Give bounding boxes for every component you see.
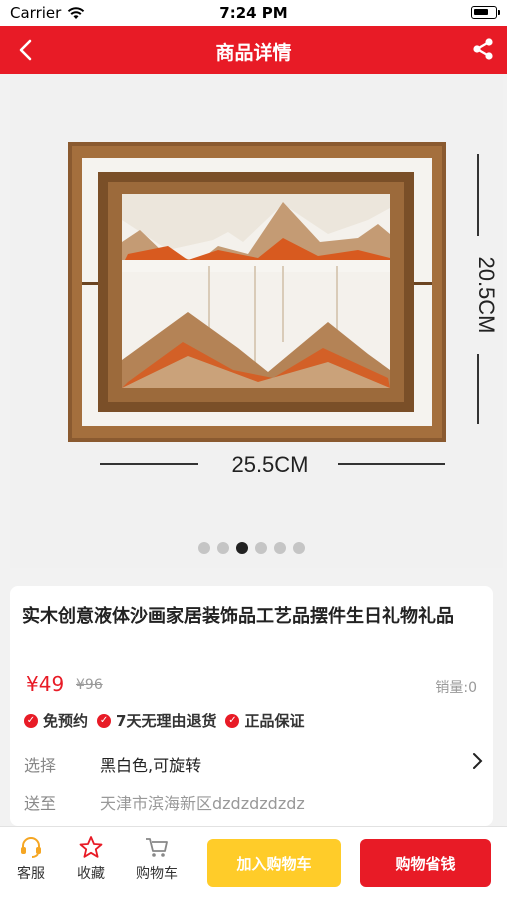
ship-to-label: 送至 <box>24 794 57 813</box>
badge-label: 免预约 <box>43 712 89 730</box>
check-circle-icon: ✓ <box>97 713 112 728</box>
chevron-right-icon[interactable] <box>470 752 484 770</box>
share-icon[interactable] <box>471 37 495 61</box>
pagination-dot[interactable] <box>293 542 305 554</box>
pagination-dot[interactable] <box>255 542 267 554</box>
add-to-cart-button[interactable]: 加入购物车 <box>207 839 341 887</box>
sales-count: 销量:0 <box>435 680 477 696</box>
cart-tab[interactable]: 购物车 <box>128 835 186 883</box>
buy-button[interactable]: 购物省钱 <box>360 839 491 887</box>
badge-label: 正品保证 <box>244 712 305 730</box>
spec-select-value: 黑白色,可旋转 <box>100 756 202 775</box>
height-label: 20.5CM <box>474 256 499 334</box>
favorite-tab[interactable]: 收藏 <box>62 835 120 883</box>
customer-service-label: 客服 <box>17 866 45 882</box>
customer-service-tab[interactable]: 客服 <box>2 835 60 883</box>
spec-select-label: 选择 <box>24 756 57 775</box>
current-price: ¥49 <box>26 672 65 696</box>
cart-label: 购物车 <box>136 866 178 882</box>
badge-label: 7天无理由退货 <box>116 712 217 730</box>
shopping-cart-icon <box>146 838 168 857</box>
product-info-card: 实木创意液体沙画家居装饰品工艺品摆件生日礼物礼品 ¥49 ¥96 销量:0 ✓ … <box>10 586 493 826</box>
spec-select-row[interactable]: 选择 黑白色,可旋转 <box>24 752 484 775</box>
width-label: 25.5CM <box>231 452 309 477</box>
product-image <box>68 142 446 442</box>
star-icon <box>79 836 103 858</box>
product-title: 实木创意液体沙画家居装饰品工艺品摆件生日礼物礼品 <box>22 606 454 627</box>
badge-7-day-return: ✓ 7天无理由退货 <box>97 710 216 731</box>
pagination-dot[interactable] <box>274 542 286 554</box>
pagination-dot[interactable] <box>217 542 229 554</box>
navbar: 商品详情 <box>0 26 507 74</box>
check-circle-icon: ✓ <box>24 713 38 728</box>
headset-icon <box>21 837 41 858</box>
battery-icon <box>471 6 500 19</box>
ship-to-value: 天津市滨海新区dzdzdzdzdz <box>100 794 305 813</box>
original-price: ¥96 <box>76 677 103 693</box>
status-bar: Carrier 7:24 PM <box>0 0 507 26</box>
ship-to-row[interactable]: 送至 天津市滨海新区dzdzdzdzdz <box>24 790 484 813</box>
service-badges: ✓ 免预约 ✓ 7天无理由退货 ✓ 正品保证 <box>24 710 304 731</box>
badge-genuine: ✓ 正品保证 <box>225 710 304 731</box>
favorite-label: 收藏 <box>77 866 105 882</box>
clock: 7:24 PM <box>219 4 288 22</box>
check-circle-icon: ✓ <box>225 713 240 728</box>
pagination-dot[interactable] <box>198 542 210 554</box>
bottom-action-bar: 客服 收藏 购物车 加入购物车 购物省钱 <box>0 826 507 900</box>
page-title: 商品详情 <box>215 42 292 64</box>
product-image-gallery[interactable]: 20.5CM 25.5CM <box>10 74 503 568</box>
badge-no-reservation: ✓ 免预约 <box>24 710 88 731</box>
gallery-pagination <box>198 542 305 554</box>
pagination-dot-active[interactable] <box>236 542 248 554</box>
